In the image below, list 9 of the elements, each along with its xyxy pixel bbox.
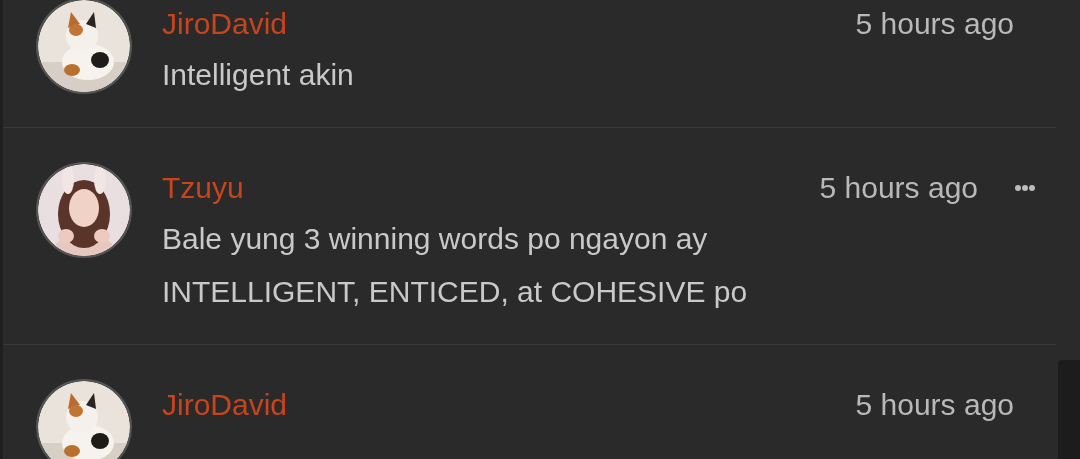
timestamp: 5 hours ago	[855, 7, 1014, 41]
author-name[interactable]: JiroDavid	[162, 7, 856, 41]
timestamp: 5 hours ago	[855, 388, 1014, 422]
timestamp: 5 hours ago	[819, 171, 978, 205]
comment-text: Bale yung 3 winning words po ngayon ay INTELLIGENT, ENTICED, at COHESIVE po	[162, 221, 749, 310]
author-name[interactable]: JiroDavid	[162, 388, 856, 422]
author-name[interactable]: Tzuyu	[162, 171, 820, 205]
more-options-icon[interactable]	[1014, 184, 1036, 192]
comment-text: Intelligent akin	[162, 57, 355, 93]
